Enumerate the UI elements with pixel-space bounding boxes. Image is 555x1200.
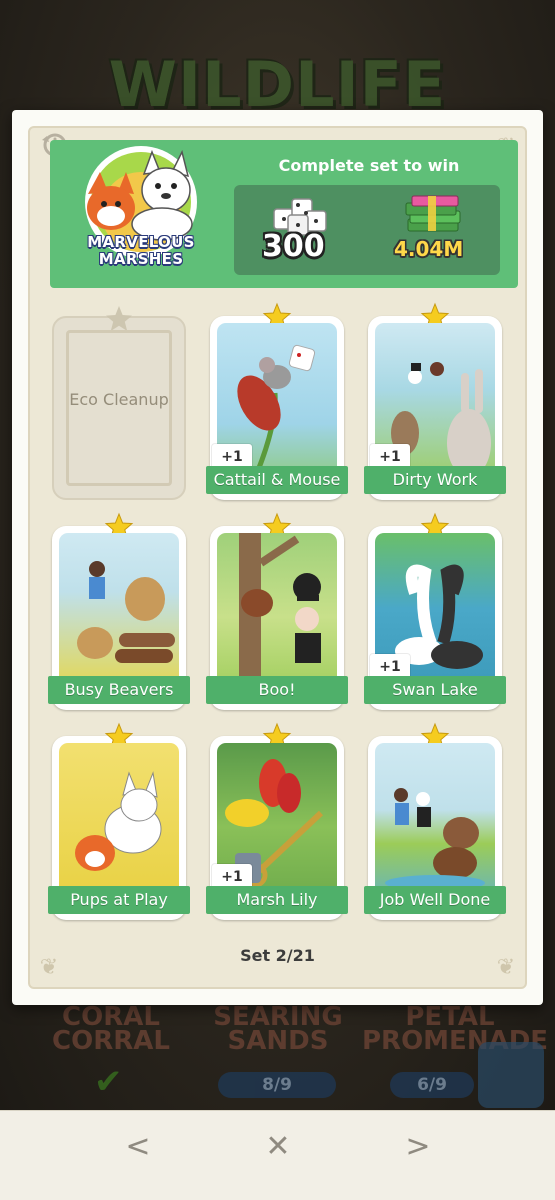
sticker-name: Eco Cleanup [69,390,169,409]
set-counter: Set 2/21 [240,946,315,965]
sticker-name: Dirty Work [364,466,506,494]
background-progress-petal: 6/9 [390,1072,474,1098]
sticker-card[interactable]: Job Well Done [364,722,506,920]
background-set-coral: CORAL CORRAL [52,1002,170,1056]
sticker-name: Boo! [206,676,348,704]
chest-icon [478,1042,544,1108]
sticker-name: Cattail & Mouse [206,466,348,494]
sticker-card-empty[interactable]: Eco Cleanup [52,306,186,500]
sticker-card[interactable]: +1 Cattail & Mouse [206,302,348,500]
background-progress-searing: 8/9 [218,1072,336,1098]
sticker-name: Swan Lake [364,676,506,704]
sticker-card[interactable]: Boo! [206,512,348,710]
previous-set-button[interactable]: < [118,1127,158,1167]
album-card: ❦ ❦ ❦ [12,110,543,1005]
background-set-searing: SEARING SANDS [213,1002,343,1056]
set-name: MARVELOUS MARSHES [87,233,195,268]
sticker-card[interactable]: +1 Swan Lake [364,512,506,710]
sticker-card[interactable]: Busy Beavers [48,512,190,710]
sticker-name: Marsh Lily [206,886,348,914]
reward-title: Complete set to win [278,156,460,175]
set-banner: MARVELOUS MARSHES Complete set to win 30… [50,140,518,288]
sticker-name: Busy Beavers [48,676,190,704]
reward-box: 300 4.04M [234,185,500,275]
next-set-button[interactable]: > [398,1127,438,1167]
bottom-navigation: < ✕ > [0,1110,555,1200]
close-button[interactable]: ✕ [258,1127,298,1167]
sticker-card[interactable]: +1 Dirty Work [364,302,506,500]
reward-dice-amount: 300 [262,229,325,264]
sticker-card[interactable]: Pups at Play [48,722,190,920]
sticker-name: Pups at Play [48,886,190,914]
set-logo: MARVELOUS MARSHES [60,144,222,284]
reward-cash-amount: 4.04M [394,237,464,261]
sticker-name: Job Well Done [364,886,506,914]
sticker-card[interactable]: +1 Marsh Lily [206,722,348,920]
check-icon: ✔ [94,1062,123,1102]
cash-stack-icon [405,195,461,232]
